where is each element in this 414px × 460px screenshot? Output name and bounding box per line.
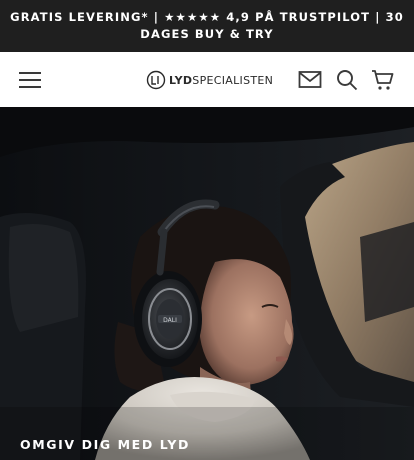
hero-image: DALI — [0, 107, 414, 460]
announcement-text: GRATIS LEVERING* | ★★★★★ 4,9 PÅ TRUSTPIL… — [10, 10, 404, 41]
site-logo[interactable]: LYDSPECIALISTEN — [146, 69, 273, 91]
menu-icon[interactable] — [18, 68, 44, 92]
site-header: LYDSPECIALISTEN — [0, 52, 414, 108]
search-icon[interactable] — [336, 69, 358, 91]
headphone-brand-text: DALI — [163, 317, 177, 324]
logo-text: LYDSPECIALISTEN — [169, 74, 273, 87]
cart-icon[interactable] — [371, 68, 395, 92]
logo-suffix: SPECIALISTEN — [192, 73, 274, 87]
hero-caption[interactable]: OMGIV DIG MED LYD — [20, 437, 190, 452]
mail-icon[interactable] — [298, 70, 322, 90]
announcement-bar: GRATIS LEVERING* | ★★★★★ 4,9 PÅ TRUSTPIL… — [0, 0, 414, 52]
hero-banner[interactable]: DALI OMGIV DIG MED LYD — [0, 107, 414, 460]
logo-prefix: LYD — [169, 73, 193, 87]
logo-mark-icon — [146, 70, 166, 90]
